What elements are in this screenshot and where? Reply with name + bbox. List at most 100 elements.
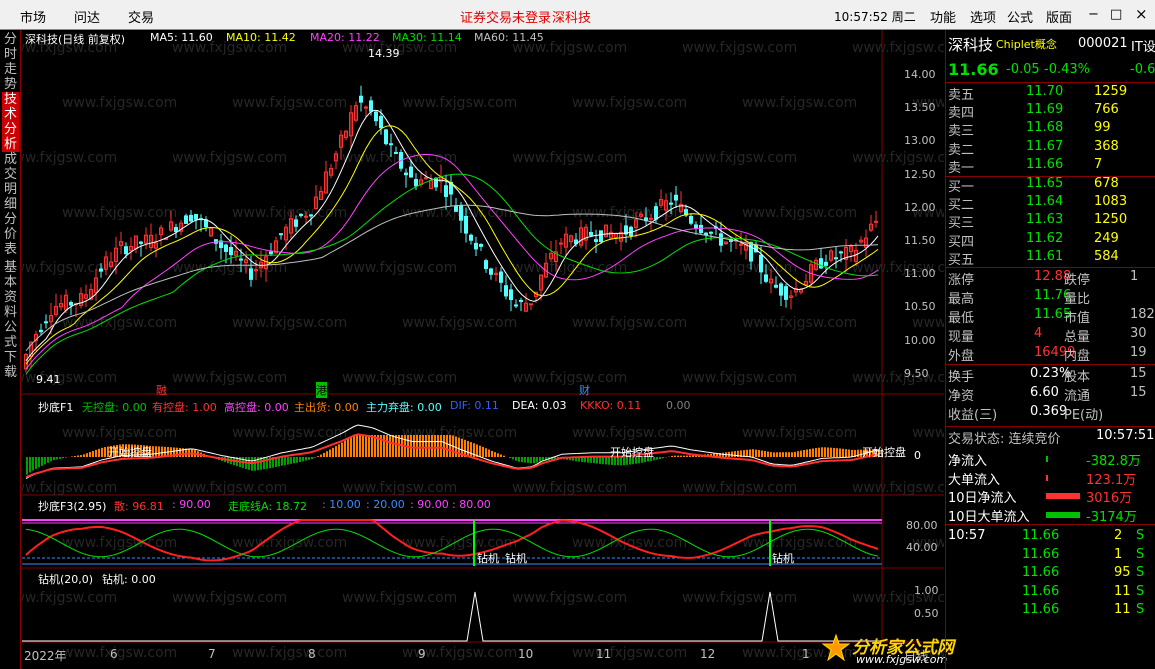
level-label: 卖二 xyxy=(948,142,975,158)
nav-trades[interactable]: 成交明细 xyxy=(2,152,19,212)
p1-bar xyxy=(425,435,427,457)
stat-row[interactable]: 收益(三) 0.369 PE(动) xyxy=(946,404,1155,423)
p1-bar xyxy=(521,457,523,463)
chart-area[interactable]: www.fxjgsw.com www.fxjgsw.com www.fxjgsw.c… xyxy=(22,30,954,669)
menu-market[interactable]: 市场 xyxy=(20,7,46,26)
watermark: www.fxjgsw.com xyxy=(232,95,347,111)
p1-bar xyxy=(488,449,490,457)
tick-row[interactable]: 11.66 1 S xyxy=(946,547,1155,565)
nav-formula-download[interactable]: 公式下载 xyxy=(2,320,19,380)
watermark: www.fxjgsw.com xyxy=(682,370,797,386)
watermark: www.fxjgsw.com xyxy=(342,260,457,276)
login-notice[interactable]: 证券交易未登录 xyxy=(460,7,551,26)
candle xyxy=(589,231,593,236)
watermark: www.fxjgsw.com xyxy=(402,315,517,331)
bid-row[interactable]: 买一 11.65 678 xyxy=(946,176,1155,195)
price-tick: 13.00 xyxy=(904,134,936,148)
ask-row[interactable]: 卖四 11.69 766 xyxy=(946,102,1155,121)
p1-bar xyxy=(287,457,289,465)
p1-bar xyxy=(851,449,853,457)
ask-row[interactable]: 卖五 11.70 1259 xyxy=(946,84,1155,103)
menu-function[interactable]: 功能 xyxy=(930,7,956,26)
tick-volume: 2 xyxy=(1114,528,1123,543)
bid-row[interactable]: 买三 11.63 1250 xyxy=(946,212,1155,231)
nav-fundamentals[interactable]: 基本资料 xyxy=(2,260,19,320)
tick-row[interactable]: 11.66 95 S xyxy=(946,565,1155,583)
menu-trade[interactable]: 交易 xyxy=(128,7,154,26)
nav-price-table[interactable]: 分价表 xyxy=(2,212,19,257)
p1-bar xyxy=(776,452,778,457)
p1-bar xyxy=(266,457,268,469)
nav-technical[interactable]: 技术分析 xyxy=(2,92,19,152)
flow-row[interactable]: 大单流入 123.1万 xyxy=(946,469,1155,488)
stat-row[interactable]: 最低 11.65 市值 182 xyxy=(946,307,1155,326)
p1-bar xyxy=(587,457,589,463)
candle xyxy=(189,214,193,222)
level-volume: 678 xyxy=(1094,176,1119,191)
p1-bar xyxy=(158,446,160,457)
stat-value-2: 15 xyxy=(1130,366,1147,381)
p1-bar xyxy=(95,449,97,457)
candle xyxy=(299,213,303,216)
ask-row[interactable]: 卖二 11.67 368 xyxy=(946,139,1155,158)
event-margin[interactable]: 融 xyxy=(156,382,167,398)
stat-row[interactable]: 涨停 12.88 跌停 1 xyxy=(946,269,1155,288)
stat-row[interactable]: 现量 4 总量 30 xyxy=(946,326,1155,345)
event-fin[interactable]: 财 xyxy=(579,382,590,398)
bid-row[interactable]: 买四 11.62 249 xyxy=(946,231,1155,250)
menu-options[interactable]: 选项 xyxy=(970,7,996,26)
flow-value: -382.8万 xyxy=(1086,454,1141,469)
watermark: www.fxjgsw.com xyxy=(572,205,687,221)
stat-value-2: 30 xyxy=(1130,326,1147,341)
p1-bar xyxy=(782,452,784,457)
candle xyxy=(674,194,678,201)
p1-bar xyxy=(53,457,55,461)
p1-e: 主力弃盘: 0.00 xyxy=(366,401,442,414)
stat-label-2: 跌停 xyxy=(1064,273,1091,288)
p1-bar xyxy=(770,452,772,457)
p1-bar xyxy=(689,455,691,457)
nav-timeshare[interactable]: 分时走势 xyxy=(2,32,19,92)
p1-bar xyxy=(98,448,100,457)
candle xyxy=(459,205,463,221)
stat-row[interactable]: 换手 0.23% 股本 15 xyxy=(946,366,1155,385)
ask-row[interactable]: 卖一 11.66 7 xyxy=(946,157,1155,176)
maximize-button[interactable]: □ xyxy=(1110,7,1122,22)
watermark: www.fxjgsw.com xyxy=(852,480,944,496)
quote-concept[interactable]: Chiplet概念 xyxy=(996,36,1057,52)
p1-bar xyxy=(263,457,265,470)
stat-row[interactable]: 外盘 16499 内盘 19 xyxy=(946,345,1155,364)
event-hk[interactable]: 港 xyxy=(316,382,327,398)
flow-row[interactable]: 净流入 -382.8万 xyxy=(946,450,1155,469)
p1-bar xyxy=(443,435,445,457)
p1-bar xyxy=(527,457,529,463)
ask-row[interactable]: 卖三 11.68 99 xyxy=(946,120,1155,139)
p1-bar xyxy=(479,445,481,457)
p1-bar xyxy=(758,450,760,457)
bid-row[interactable]: 买二 11.64 1083 xyxy=(946,194,1155,214)
candle xyxy=(774,284,778,288)
menu-wenda[interactable]: 问达 xyxy=(74,7,100,26)
p1-bar xyxy=(761,450,763,457)
tick-row[interactable]: 11.66 11 S xyxy=(946,602,1155,620)
stat-row[interactable]: 净资 6.60 流通 15 xyxy=(946,385,1155,404)
tick-row[interactable]: 11.66 11 S xyxy=(946,584,1155,602)
menu-formula[interactable]: 公式 xyxy=(1007,7,1033,26)
candle xyxy=(369,100,373,112)
flow-bar xyxy=(1046,474,1048,481)
stat-label: 最低 xyxy=(948,311,975,326)
level-label: 买二 xyxy=(948,198,975,214)
flow-bar xyxy=(1046,456,1048,462)
stat-row[interactable]: 最高 11.76 量比 xyxy=(946,288,1155,307)
p1-bar xyxy=(494,452,496,457)
p1-bar xyxy=(332,447,334,457)
candle xyxy=(124,246,128,255)
bid-row[interactable]: 买五 11.61 584 xyxy=(946,249,1155,268)
p1-bar xyxy=(842,448,844,457)
minimize-button[interactable]: − xyxy=(1088,7,1099,22)
menu-layout[interactable]: 版面 xyxy=(1046,7,1072,26)
tick-row[interactable]: 10:57 11.66 2 S xyxy=(946,528,1155,546)
candle xyxy=(409,166,413,178)
candle xyxy=(239,258,243,261)
close-button[interactable]: × xyxy=(1135,5,1148,23)
